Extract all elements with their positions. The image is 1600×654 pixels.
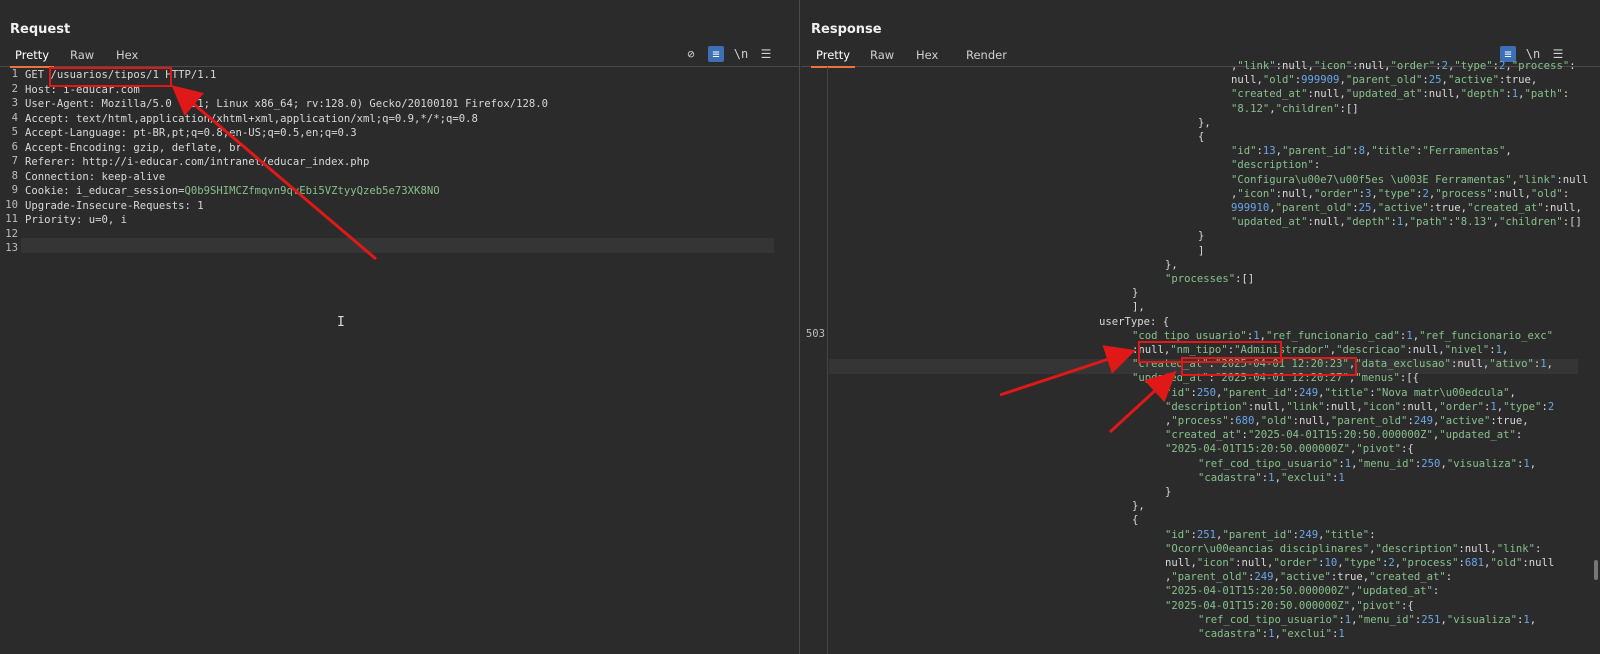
line-number: 4 — [11, 111, 18, 124]
request-line: User-Agent: Mozilla/5.0 (X11; Linux x86_… — [25, 98, 548, 110]
tab-hex[interactable]: Hex — [911, 47, 943, 66]
response-line: "2025-04-01T15:20:50.000000Z","pivot":{ — [1165, 443, 1414, 456]
response-line: "updated_at":null,"depth":1,"path":"8.13… — [1231, 216, 1582, 229]
request-line: Cookie: i_educar_session=Q0b9SHIMCZfmqvn… — [25, 185, 440, 197]
response-line: "description":null,"link":null,"icon":nu… — [1165, 400, 1555, 413]
response-line: "Configura\u00e7\u00f5es \u003E Ferramen… — [1231, 173, 1589, 186]
line-number: 7 — [11, 155, 18, 167]
response-line: "ref_cod_tipo_usuario":1,"menu_id":251,"… — [1198, 613, 1537, 626]
request-line: Accept-Encoding: gzip, deflate, br — [25, 141, 242, 154]
line-number: 9 — [11, 184, 18, 196]
tab-pretty[interactable]: Pretty — [811, 47, 856, 68]
response-line: { — [1198, 131, 1205, 143]
eye-off-icon[interactable]: ⊘ — [683, 46, 699, 62]
response-line: ,"process":680,"old":null,"parent_old":2… — [1165, 415, 1529, 427]
request-line: Upgrade-Insecure-Requests: 1 — [25, 199, 204, 212]
request-title: Request — [10, 22, 71, 37]
request-line: Referer: http://i-educar.com/intranet/ed… — [25, 156, 370, 168]
response-line: "id":13,"parent_id":8,"title":"Ferrament… — [1231, 145, 1512, 158]
response-pane: Response Pretty Raw Hex Render ≡ \n ☰ 50… — [801, 0, 1600, 654]
response-line: "cadastra":1,"exclui":1 — [1198, 471, 1345, 484]
tab-render[interactable]: Render — [961, 47, 1012, 66]
tab-hex[interactable]: Hex — [111, 47, 143, 66]
response-line: ,"parent_old":249,"active":true,"created… — [1165, 571, 1453, 584]
response-line: "2025-04-01T15:20:50.000000Z","pivot":{ — [1165, 599, 1414, 612]
gutter-divider — [827, 67, 828, 654]
response-title: Response — [811, 22, 882, 37]
response-line: "2025-04-01T15:20:50.000000Z","updated_a… — [1165, 585, 1440, 598]
request-line: Connection: keep-alive — [25, 170, 166, 183]
tab-pretty[interactable]: Pretty — [10, 47, 55, 68]
request-line: Priority: u=0, i — [25, 214, 128, 226]
response-line: userType: { — [1099, 315, 1170, 328]
current-line-highlight — [21, 238, 774, 253]
response-line: }, — [1198, 116, 1211, 129]
highlight-box-path — [49, 67, 172, 87]
menu-icon[interactable]: ☰ — [758, 46, 774, 62]
line-number: 10 — [5, 198, 18, 211]
request-tabs: Pretty Raw Hex ⊘ ≡ \n ☰ — [0, 44, 799, 68]
scrollbar-thumb[interactable] — [1594, 560, 1598, 580]
tab-raw[interactable]: Raw — [65, 47, 99, 66]
response-line: "processes":[] — [1165, 273, 1255, 285]
response-line: "id":250,"parent_id":249,"title":"Nova m… — [1165, 386, 1516, 399]
response-line: null,"old":999909,"parent_old":25,"activ… — [1231, 74, 1538, 87]
line-number: 3 — [11, 97, 18, 109]
response-line: { — [1132, 514, 1139, 527]
response-line: ] — [1198, 244, 1205, 257]
newline-icon[interactable]: \n — [733, 46, 749, 62]
response-line: "created_at":null,"updated_at":null,"dep… — [1231, 88, 1570, 101]
text-cursor-icon: I — [337, 315, 345, 330]
highlight-box-nm-tipo — [1181, 357, 1357, 376]
response-line: "created_at":"2025-04-01T15:20:50.000000… — [1165, 429, 1523, 442]
response-line: "cadastra":1,"exclui":1 — [1198, 628, 1345, 640]
line-number: 5 — [11, 126, 18, 138]
response-line: "ref_cod_tipo_usuario":1,"menu_id":250,"… — [1198, 457, 1537, 470]
line-number: 12 — [5, 227, 18, 240]
line-number: 2 — [11, 82, 18, 95]
response-line: 999910,"parent_old":25,"active":true,"cr… — [1231, 202, 1582, 214]
response-line: "8.12","children":[] — [1231, 102, 1359, 115]
response-line: ], — [1132, 301, 1145, 314]
line-number: 1 — [11, 68, 18, 80]
response-line: "description": — [1231, 159, 1321, 172]
response-line: null,"icon":null,"order":10,"type":2,"pr… — [1165, 557, 1555, 569]
response-line: } — [1165, 486, 1172, 498]
line-number: 8 — [11, 169, 18, 182]
request-editor[interactable]: 1 GET /usuarios/tipos/1 HTTP/1.1 2 Host: i-… — [0, 67, 799, 654]
tab-raw[interactable]: Raw — [865, 47, 899, 66]
line-number: 13 — [5, 242, 18, 254]
line-number: 11 — [5, 213, 18, 225]
line-number: 503 — [805, 328, 825, 340]
request-pane: Request Pretty Raw Hex ⊘ ≡ \n ☰ 1 GET /us… — [0, 0, 800, 654]
request-line: Accept: text/html,application/xhtml+xml,… — [25, 112, 478, 125]
response-line: } — [1198, 230, 1205, 243]
response-line: }, — [1165, 258, 1178, 271]
response-line: ,"icon":null,"order":3,"type":2,"process… — [1231, 187, 1570, 200]
response-line: } — [1132, 287, 1139, 300]
response-line: "id":251,"parent_id":249,"title": — [1165, 528, 1376, 541]
request-line: Accept-Language: pt-BR,pt;q=0.8,en-US;q=… — [25, 127, 357, 139]
wrap-icon[interactable]: ≡ — [708, 46, 724, 62]
response-line: "Ocorr\u00eancias disciplinares","descri… — [1165, 542, 1542, 555]
response-line: ,"link":null,"icon":null,"order":2,"type… — [1231, 60, 1576, 72]
response-line: }, — [1132, 500, 1145, 513]
line-number: 6 — [11, 140, 18, 153]
